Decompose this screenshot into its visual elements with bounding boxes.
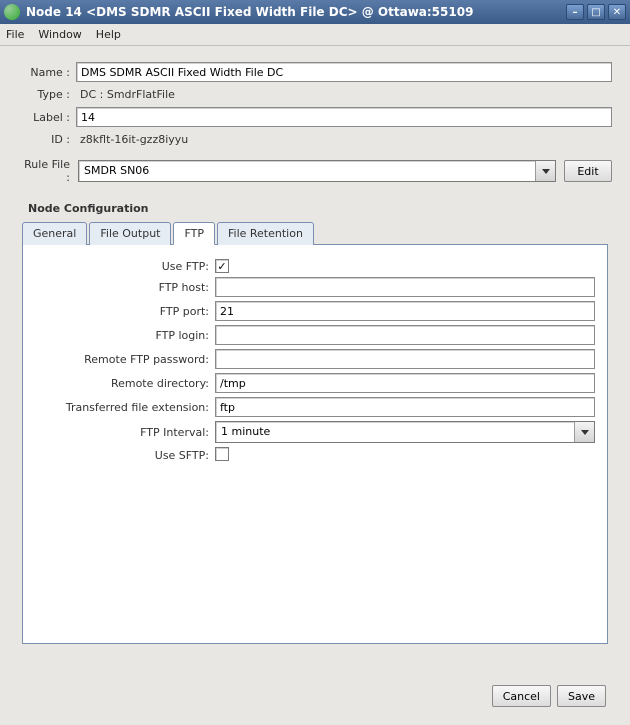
minimize-button[interactable]: –: [566, 4, 584, 20]
chevron-down-icon[interactable]: [535, 161, 555, 181]
use-sftp-checkbox[interactable]: [215, 447, 229, 461]
use-ftp-checkbox[interactable]: [215, 259, 229, 273]
rulefile-label: Rule File :: [18, 158, 70, 184]
edit-button[interactable]: Edit: [564, 160, 612, 182]
rulefile-combo[interactable]: SMDR SN06: [78, 160, 556, 182]
chevron-down-icon[interactable]: [574, 422, 594, 442]
title-bar: Node 14 <DMS SDMR ASCII Fixed Width File…: [0, 0, 630, 24]
close-button[interactable]: ✕: [608, 4, 626, 20]
ftp-login-field[interactable]: [215, 325, 595, 345]
remote-dir-field[interactable]: [215, 373, 595, 393]
use-sftp-label: Use SFTP:: [35, 449, 215, 462]
ftp-host-label: FTP host:: [35, 281, 215, 294]
ftp-host-field[interactable]: [215, 277, 595, 297]
use-ftp-label: Use FTP:: [35, 260, 215, 273]
type-label: Type :: [18, 88, 76, 101]
menu-help[interactable]: Help: [96, 28, 121, 41]
label-label: Label :: [18, 111, 76, 124]
ftp-login-label: FTP login:: [35, 329, 215, 342]
ftp-password-field[interactable]: [215, 349, 595, 369]
maximize-button[interactable]: □: [587, 4, 605, 20]
save-button[interactable]: Save: [557, 685, 606, 707]
rulefile-value: SMDR SN06: [79, 161, 535, 181]
cancel-button[interactable]: Cancel: [492, 685, 551, 707]
app-icon: [4, 4, 20, 20]
window-title: Node 14 <DMS SDMR ASCII Fixed Width File…: [26, 5, 566, 19]
ext-label: Transferred file extension:: [35, 401, 215, 414]
menu-bar: File Window Help: [0, 24, 630, 46]
name-label: Name :: [18, 66, 76, 79]
ftp-panel: Use FTP: FTP host: FTP port: FTP login: …: [22, 244, 608, 644]
interval-value: 1 minute: [216, 422, 574, 442]
tab-ftp[interactable]: FTP: [173, 222, 215, 245]
ftp-password-label: Remote FTP password:: [35, 353, 215, 366]
ftp-port-label: FTP port:: [35, 305, 215, 318]
name-field[interactable]: [76, 62, 612, 82]
id-value: z8kflt-16it-gzz8iyyu: [76, 133, 612, 146]
id-label: ID :: [18, 133, 76, 146]
menu-window[interactable]: Window: [38, 28, 81, 41]
tab-bar: General File Output FTP File Retention: [22, 222, 608, 245]
ext-field[interactable]: [215, 397, 595, 417]
label-field[interactable]: [76, 107, 612, 127]
section-title: Node Configuration: [28, 202, 612, 215]
tab-file-retention[interactable]: File Retention: [217, 222, 314, 245]
tab-file-output[interactable]: File Output: [89, 222, 171, 245]
menu-file[interactable]: File: [6, 28, 24, 41]
type-value: DC : SmdrFlatFile: [76, 88, 612, 101]
tab-general[interactable]: General: [22, 222, 87, 245]
remote-dir-label: Remote directory:: [35, 377, 215, 390]
ftp-port-field[interactable]: [215, 301, 595, 321]
interval-label: FTP Interval:: [35, 426, 215, 439]
interval-combo[interactable]: 1 minute: [215, 421, 595, 443]
